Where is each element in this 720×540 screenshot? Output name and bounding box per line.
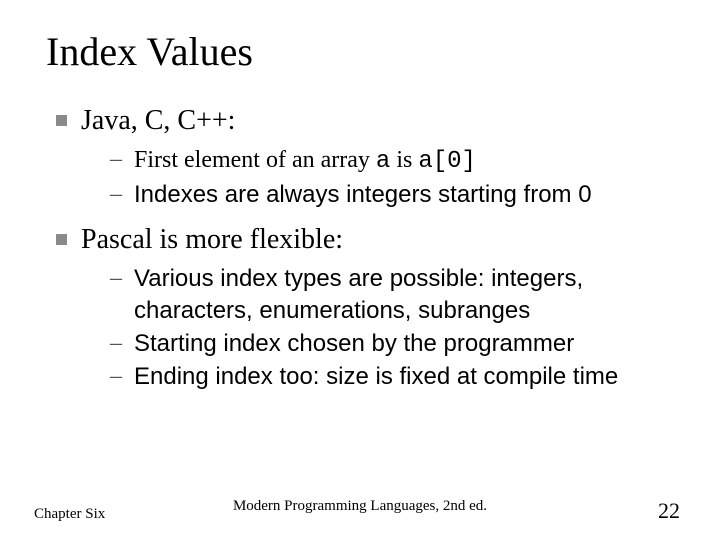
footer-left: Chapter Six bbox=[34, 506, 105, 523]
list-item: Pascal is more flexible: bbox=[56, 222, 680, 257]
bullet-list-l2: – First element of an array a is a[0] – … bbox=[54, 144, 680, 210]
square-bullet-icon bbox=[56, 234, 67, 245]
dash-bullet-icon: – bbox=[110, 263, 122, 294]
l1-text: Pascal is more flexible: bbox=[81, 222, 343, 257]
dash-bullet-icon: – bbox=[110, 179, 122, 210]
l2-text: Indexes are always integers starting fro… bbox=[134, 179, 592, 210]
footer-right: 22 bbox=[658, 498, 680, 524]
slide-title: Index Values bbox=[46, 28, 680, 75]
list-item: – Indexes are always integers starting f… bbox=[110, 179, 680, 210]
l2-text: Starting index chosen by the programmer bbox=[134, 328, 574, 359]
slide: Index Values Java, C, C++: – First eleme… bbox=[0, 0, 720, 540]
footer-center: Modern Programming Languages, 2nd ed. bbox=[233, 498, 487, 515]
bullet-list-l2: – Various index types are possible: inte… bbox=[54, 263, 680, 392]
bullet-list-l1: Pascal is more flexible: bbox=[54, 222, 680, 257]
footer: Chapter Six Modern Programming Languages… bbox=[0, 498, 720, 524]
bullet-list-l1: Java, C, C++: bbox=[54, 103, 680, 138]
dash-bullet-icon: – bbox=[110, 328, 122, 359]
square-bullet-icon bbox=[56, 115, 67, 126]
list-item: – Starting index chosen by the programme… bbox=[110, 328, 680, 359]
dash-bullet-icon: – bbox=[110, 144, 122, 175]
list-item: – Various index types are possible: inte… bbox=[110, 263, 680, 325]
dash-bullet-icon: – bbox=[110, 361, 122, 392]
list-item: – First element of an array a is a[0] bbox=[110, 144, 680, 177]
l2-text: Ending index too: size is fixed at compi… bbox=[134, 361, 618, 392]
l1-text: Java, C, C++: bbox=[81, 103, 235, 138]
list-item: – Ending index too: size is fixed at com… bbox=[110, 361, 680, 392]
list-item: Java, C, C++: bbox=[56, 103, 680, 138]
l2-text: Various index types are possible: intege… bbox=[134, 263, 680, 325]
l2-text: First element of an array a is a[0] bbox=[134, 144, 476, 177]
